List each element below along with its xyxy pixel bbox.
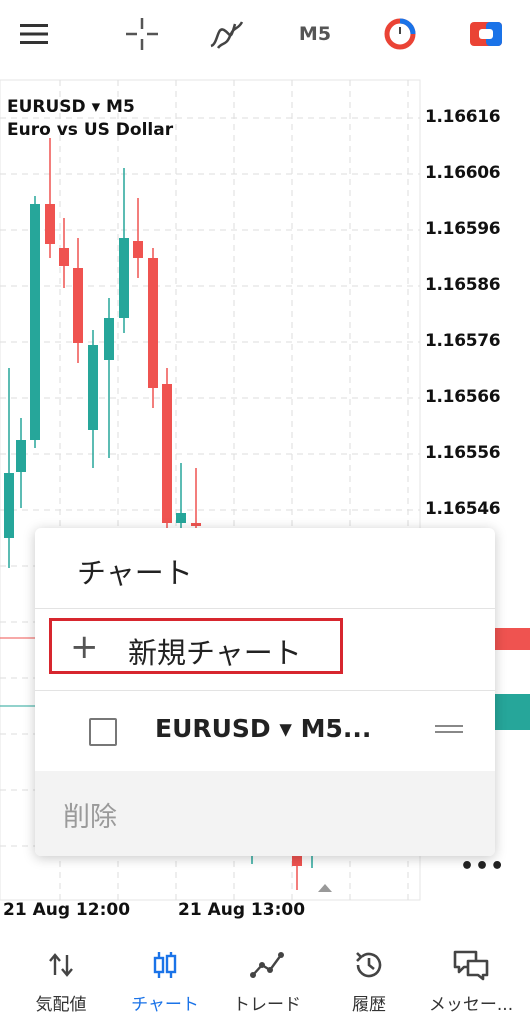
bottom-navigation: 気配値 チャート トレード 履歴 メッセー... xyxy=(0,930,530,1024)
top-toolbar: M5 xyxy=(0,0,530,68)
chart-item-label: EURUSD ▾ M5... xyxy=(155,714,372,743)
nav-label: メッセー... xyxy=(428,995,514,1015)
nav-item-history[interactable]: 履歴 xyxy=(316,930,422,1024)
new-chart-label: 新規チャート xyxy=(128,636,302,670)
nav-label: 気配値 xyxy=(35,995,87,1015)
price-tick: 1.16596 xyxy=(425,219,501,239)
indicators-icon[interactable] xyxy=(202,12,250,56)
nav-item-trade[interactable]: トレード xyxy=(214,930,320,1024)
plus-icon: + xyxy=(70,627,99,667)
price-tick: 1.16616 xyxy=(425,107,501,127)
account-icon[interactable] xyxy=(464,12,508,56)
price-tick: 1.16606 xyxy=(425,163,501,183)
crosshair-icon[interactable] xyxy=(118,12,166,56)
chart-list-item[interactable]: EURUSD ▾ M5... xyxy=(35,691,495,771)
history-icon xyxy=(316,948,422,982)
price-tick: 1.16566 xyxy=(425,387,501,407)
checkbox[interactable] xyxy=(89,718,117,746)
nav-label: トレード xyxy=(233,995,301,1015)
timeframe-button[interactable]: M5 xyxy=(290,12,340,56)
nav-label: チャート xyxy=(131,995,199,1015)
chart-icon xyxy=(112,948,218,982)
nav-item-messages[interactable]: メッセー... xyxy=(418,930,524,1024)
divider xyxy=(35,608,495,609)
price-tick: 1.16546 xyxy=(425,499,501,519)
delete-button[interactable]: 削除 xyxy=(35,771,495,856)
popup-title: チャート xyxy=(77,556,193,590)
trade-icon xyxy=(214,948,320,982)
nav-item-quotes[interactable]: 気配値 xyxy=(8,930,114,1024)
time-tick: 21 Aug 12:00 xyxy=(3,900,131,920)
menu-icon[interactable] xyxy=(14,12,54,56)
price-tick: 1.16576 xyxy=(425,331,501,351)
chart-description: Euro vs US Dollar xyxy=(7,120,174,140)
drag-handle-icon[interactable] xyxy=(435,725,463,739)
messages-icon xyxy=(418,948,524,982)
quotes-icon xyxy=(8,948,114,982)
more-options-icon[interactable]: ••• xyxy=(460,854,505,879)
one-click-trading-icon[interactable] xyxy=(378,12,422,56)
nav-label: 履歴 xyxy=(352,995,386,1015)
delete-label: 削除 xyxy=(63,802,117,833)
time-tick: 21 Aug 13:00 xyxy=(178,900,306,920)
new-chart-button[interactable]: + 新規チャート xyxy=(49,618,343,674)
nav-item-chart[interactable]: チャート xyxy=(112,930,218,1024)
price-tick: 1.16556 xyxy=(425,443,501,463)
price-tick: 1.16586 xyxy=(425,275,501,295)
chart-list-popup: チャート + 新規チャート EURUSD ▾ M5... 削除 xyxy=(35,528,495,856)
chart-symbol[interactable]: EURUSD ▾ M5 xyxy=(7,95,135,119)
